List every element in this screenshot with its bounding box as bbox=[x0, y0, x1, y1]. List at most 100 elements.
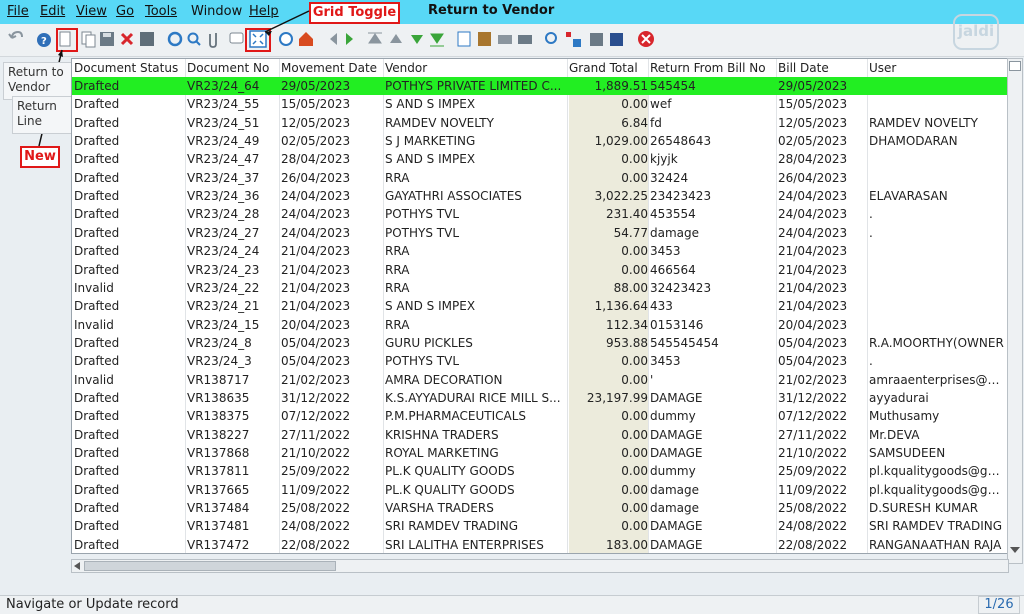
table-row[interactable]: Drafted VR137472 22/08/2022 SRI LALITHA ENT… bbox=[72, 536, 1008, 553]
vertical-scrollbar[interactable] bbox=[1007, 58, 1023, 564]
column-header[interactable]: Movement Date bbox=[281, 59, 383, 77]
table-row[interactable]: Drafted VR23/24_27 24/04/2023 POTHYS TVL 54.… bbox=[72, 224, 1008, 242]
table-row[interactable]: Drafted VR23/24_49 02/05/2023 S J MARKETING… bbox=[72, 132, 1008, 150]
table-cell: VR138227 bbox=[187, 427, 250, 442]
table-row[interactable]: Drafted VR137481 24/08/2022 SRI RAMDEV TRAD… bbox=[72, 517, 1008, 535]
table-cell: DAMAGE bbox=[650, 519, 703, 534]
window-icon[interactable] bbox=[610, 33, 623, 46]
previous-record-icon[interactable] bbox=[390, 34, 402, 43]
table-cell: 3453 bbox=[650, 244, 681, 259]
grid-options-icon[interactable] bbox=[1009, 61, 1021, 71]
table-row[interactable]: Drafted VR23/24_47 28/04/2023 S AND S IMPEX… bbox=[72, 150, 1008, 168]
table-cell: 22/08/2022 bbox=[281, 537, 351, 552]
close-icon[interactable] bbox=[638, 31, 654, 47]
detail-record-icon[interactable] bbox=[346, 33, 353, 45]
table-cell: DAMAGE bbox=[650, 537, 703, 552]
column-header[interactable]: Document Status bbox=[74, 59, 185, 77]
column-header[interactable]: User bbox=[869, 59, 1004, 77]
table-cell bbox=[869, 316, 1004, 334]
table-cell: Drafted bbox=[74, 519, 120, 534]
table-cell: 24/04/2023 bbox=[778, 189, 848, 204]
table-cell: RAMDEV NOVELTY bbox=[385, 115, 494, 130]
table-row[interactable]: Drafted VR23/24_8 05/04/2023 GURU PICKLES 95… bbox=[72, 334, 1008, 352]
table-cell: DAMAGE bbox=[650, 446, 703, 460]
table-cell: 07/12/2022 bbox=[778, 409, 848, 424]
table-cell: 21/04/2023 bbox=[281, 299, 351, 314]
table-row[interactable]: Drafted VR23/24_3 05/04/2023 POTHYS TVL 0.00… bbox=[72, 352, 1008, 370]
table-row[interactable]: Drafted VR137665 11/09/2022 PL.K QUALITY GO… bbox=[72, 481, 1008, 499]
column-header[interactable]: Grand Total bbox=[569, 59, 648, 77]
table-cell: . bbox=[869, 354, 873, 369]
table-row[interactable]: Drafted VR23/24_21 21/04/2023 S AND S IMPEX… bbox=[72, 297, 1008, 315]
column-header[interactable]: Bill Date bbox=[778, 59, 867, 77]
table-cell: ' bbox=[650, 372, 654, 387]
table-row[interactable]: Invalid VR138717 21/02/2023 AMRA DECORATION… bbox=[72, 371, 1008, 389]
table-cell: ELAVARASAN bbox=[869, 189, 948, 204]
table-row[interactable]: Drafted VR23/24_37 26/04/2023 RRA 0.00 32424 2… bbox=[72, 169, 1008, 187]
table-row[interactable]: Drafted VR137484 25/08/2022 VARSHA TRADERS 0… bbox=[72, 499, 1008, 517]
table-cell: VR137811 bbox=[187, 464, 250, 479]
table-cell: damage bbox=[650, 225, 700, 240]
table-cell: 24/04/2023 bbox=[281, 207, 351, 222]
table-row[interactable]: Drafted VR137811 25/09/2022 PL.K QUALITY GO… bbox=[72, 462, 1008, 480]
table-cell: Drafted bbox=[74, 115, 120, 130]
table-cell bbox=[869, 242, 1004, 260]
table-row[interactable]: Invalid VR23/24_22 21/04/2023 RRA 88.00 32423… bbox=[72, 279, 1008, 297]
column-header[interactable]: Vendor bbox=[385, 59, 567, 77]
table-row[interactable]: Drafted VR23/24_23 21/04/2023 RRA 0.00 466564… bbox=[72, 261, 1008, 279]
table-cell: VR23/24_28 bbox=[187, 207, 260, 222]
table-cell: VR23/24_21 bbox=[187, 299, 260, 314]
table-cell: Invalid bbox=[74, 280, 114, 295]
product-info-icon[interactable] bbox=[590, 33, 603, 46]
table-row[interactable]: Drafted VR23/24_51 12/05/2023 RAMDEV NOVELT… bbox=[72, 114, 1008, 132]
zoom-across-icon[interactable] bbox=[545, 32, 557, 44]
workflow-icon[interactable] bbox=[566, 32, 581, 47]
table-cell: dummy bbox=[650, 409, 696, 424]
table-row[interactable]: Drafted VR23/24_36 24/04/2023 GAYATHRI ASSO… bbox=[72, 187, 1008, 205]
records-grid: Document Status Document No Movement Date V… bbox=[71, 58, 1009, 554]
table-cell: PL.K QUALITY GOODS bbox=[385, 482, 515, 497]
table-row[interactable]: Drafted VR23/24_24 21/04/2023 RRA 0.00 3453 21… bbox=[72, 242, 1008, 260]
table-row[interactable]: Drafted VR138227 27/11/2022 KRISHNA TRADERS… bbox=[72, 426, 1008, 444]
table-cell: 21/04/2023 bbox=[778, 299, 848, 314]
horizontal-scrollbar[interactable] bbox=[71, 559, 1009, 573]
table-cell: VR23/24_36 bbox=[187, 189, 260, 204]
table-cell: Drafted bbox=[74, 189, 120, 204]
table-cell: kjyjk bbox=[650, 152, 678, 167]
scroll-left-icon[interactable] bbox=[74, 562, 80, 570]
archive-icon[interactable] bbox=[478, 32, 491, 46]
table-cell: 0.00 bbox=[621, 464, 648, 479]
table-cell: 07/12/2022 bbox=[281, 409, 351, 424]
first-record-icon[interactable] bbox=[368, 32, 382, 44]
table-cell: VR23/24_64 bbox=[187, 79, 260, 93]
scroll-down-icon[interactable] bbox=[1010, 547, 1020, 553]
column-header[interactable]: Document No bbox=[187, 59, 279, 77]
table-cell: 11/09/2022 bbox=[281, 482, 351, 497]
next-record-icon[interactable] bbox=[411, 35, 423, 44]
table-cell: 29/05/2023 bbox=[778, 79, 848, 93]
print-icon[interactable] bbox=[518, 35, 532, 44]
report-icon[interactable] bbox=[457, 31, 471, 47]
table-cell: Drafted bbox=[74, 262, 120, 277]
table-cell: VR137472 bbox=[187, 537, 250, 552]
table-row[interactable]: Drafted VR23/24_28 24/04/2023 POTHYS TVL 231… bbox=[72, 205, 1008, 223]
table-row[interactable]: Invalid VR23/24_15 20/04/2023 RRA 112.34 0153… bbox=[72, 316, 1008, 334]
table-cell: SAMSUDEEN bbox=[869, 446, 946, 460]
table-row[interactable]: Drafted VR137868 21/10/2022 ROYAL MARKETING… bbox=[72, 444, 1008, 462]
horizontal-scroll-thumb[interactable] bbox=[84, 561, 336, 571]
table-cell bbox=[869, 95, 1004, 113]
column-header[interactable]: Return From Bill No bbox=[650, 59, 776, 77]
table-row-selected[interactable]: Drafted VR23/24_64 29/05/2023 POTHYS PRIVAT… bbox=[72, 77, 1008, 95]
table-row[interactable]: Drafted VR138375 07/12/2022 P.M.PHARMACEUTI… bbox=[72, 407, 1008, 425]
table-row[interactable]: Drafted VR138635 31/12/2022 K.S.AYYADURAI R… bbox=[72, 389, 1008, 407]
table-row[interactable]: Drafted VR23/24_55 15/05/2023 S AND S IMPEX… bbox=[72, 95, 1008, 113]
tab-return-line[interactable]: Return Line bbox=[12, 96, 72, 134]
print-preview-icon[interactable] bbox=[498, 35, 512, 44]
last-record-icon[interactable] bbox=[430, 33, 444, 47]
table-cell: 02/05/2023 bbox=[281, 134, 351, 149]
status-bar: Navigate or Update record 1/26 bbox=[0, 595, 1024, 614]
table-cell: Drafted bbox=[74, 170, 120, 185]
table-cell: 28/04/2023 bbox=[281, 152, 351, 167]
table-cell: S AND S IMPEX bbox=[385, 97, 476, 112]
tab-return-to-vendor[interactable]: Return to Vendor bbox=[3, 62, 75, 100]
